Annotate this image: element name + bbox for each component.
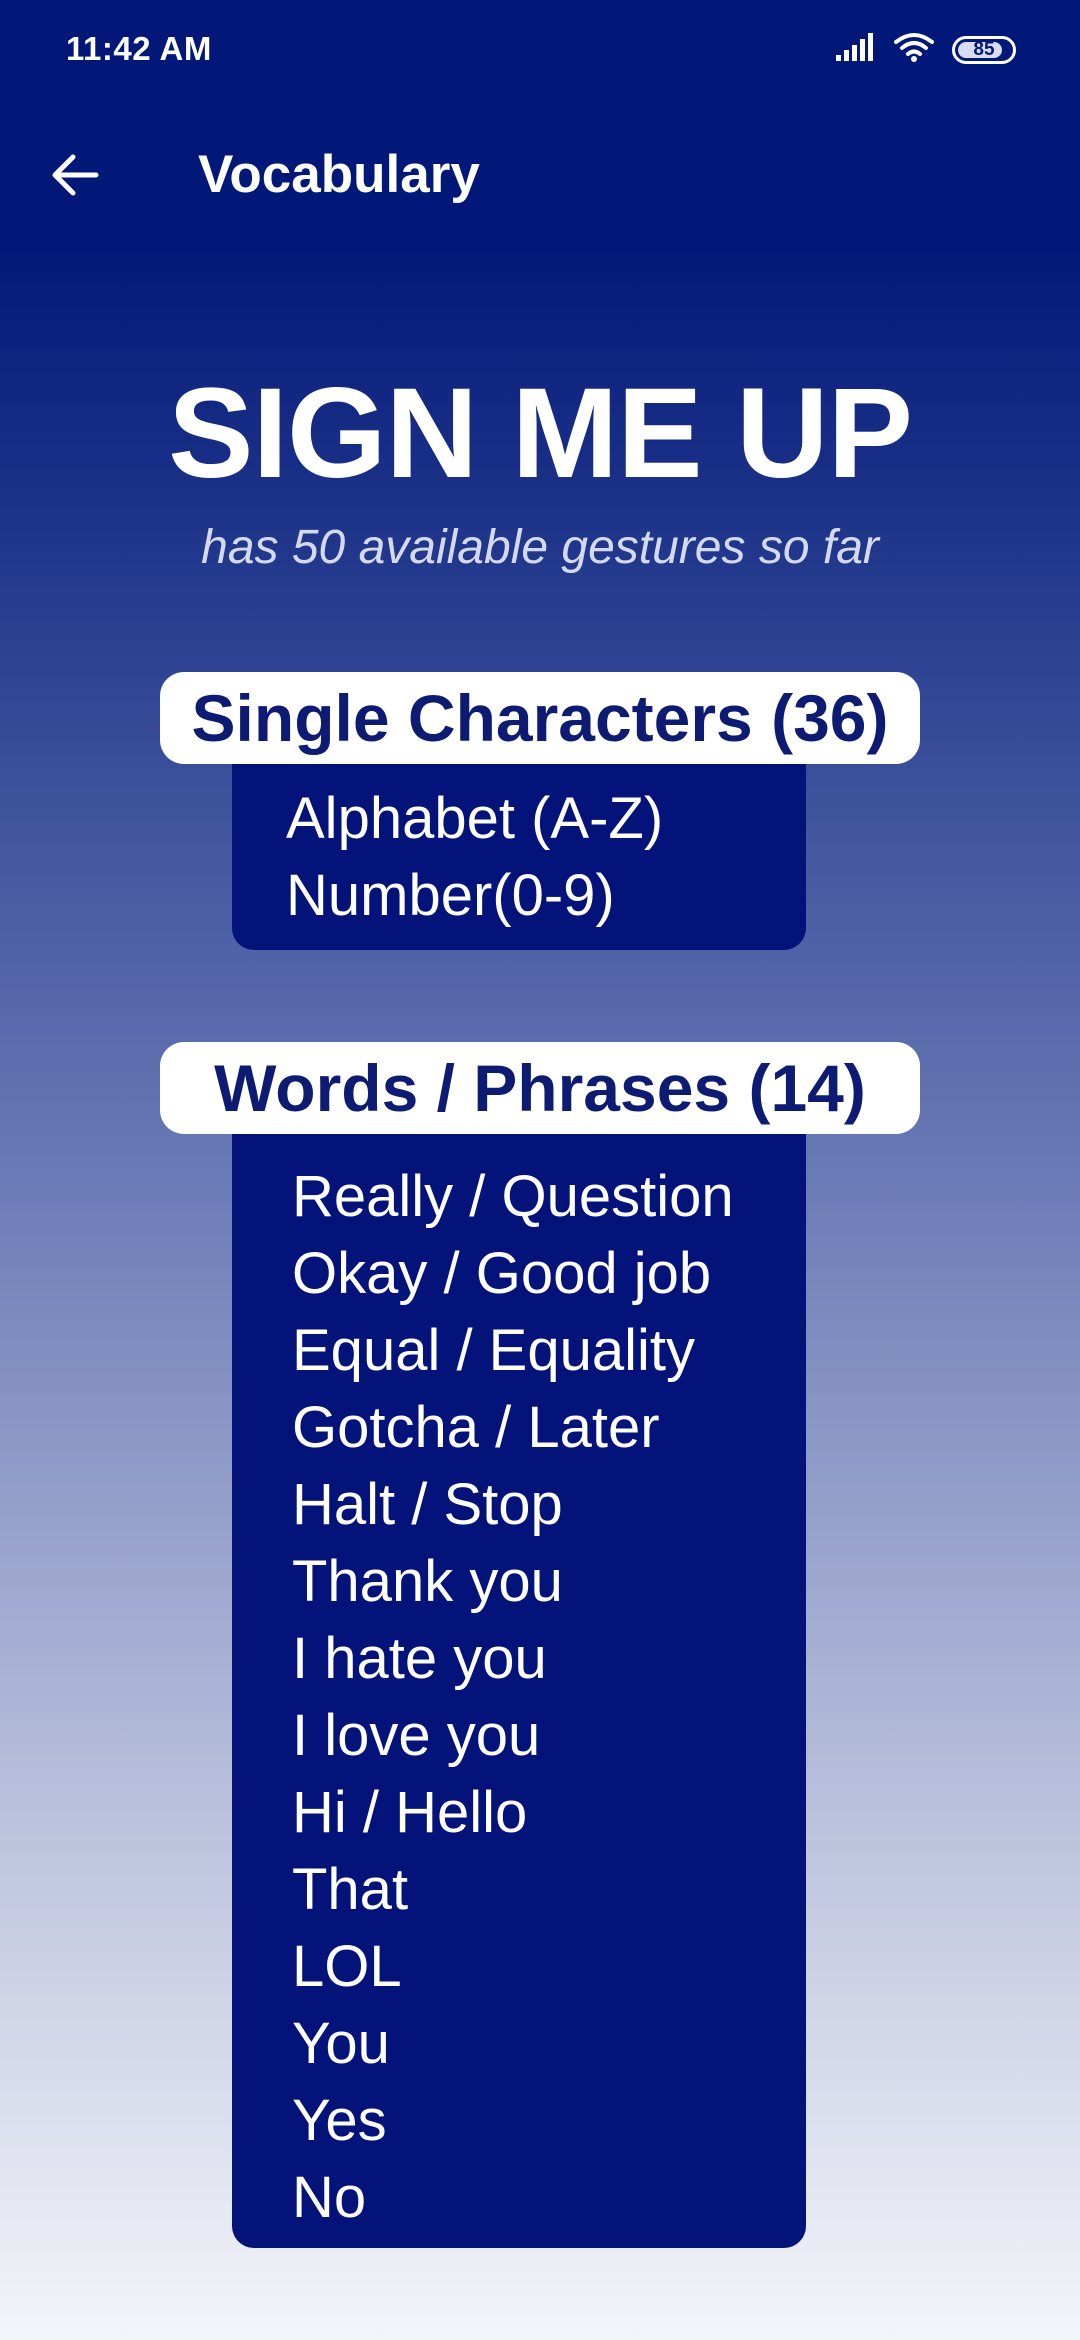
arrow-left-icon [50, 152, 100, 203]
status-bar: 11:42 AM 85 [0, 0, 1080, 100]
hero-title: SIGN ME UP [168, 362, 913, 505]
list-item: That [292, 1857, 409, 1922]
list-item: Equal / Equality [292, 1318, 696, 1383]
list-item: Yes [292, 2088, 387, 2153]
list-item: Number(0-9) [286, 863, 615, 928]
section-card-single-characters: Alphabet (A-Z) Number(0-9) [232, 758, 806, 950]
list-item: Hi / Hello [292, 1780, 528, 1845]
battery-level: 85 [973, 38, 995, 60]
page-title: Vocabulary [198, 145, 480, 204]
back-button[interactable] [40, 142, 110, 212]
battery-icon: 85 [952, 35, 1016, 64]
list-item: Gotcha / Later [292, 1395, 660, 1460]
status-time: 11:42 AM [66, 30, 212, 67]
status-icons: 85 [836, 32, 1016, 67]
list-item: I love you [292, 1703, 541, 1768]
hero-subtitle: has 50 available gestures so far [201, 521, 879, 574]
list-item: No [292, 2165, 367, 2230]
section-header-words-phrases: Words / Phrases (14) [160, 1042, 920, 1134]
list-item: Really / Question [292, 1164, 734, 1229]
list-item: Okay / Good job [292, 1241, 712, 1306]
app-bar: Vocabulary [0, 120, 1080, 230]
list-item: Thank you [292, 1549, 563, 1614]
section-header-single-characters: Single Characters (36) [160, 672, 920, 764]
list-item: Alphabet (A-Z) [286, 786, 664, 851]
signal-icon [836, 33, 876, 66]
list-item: You [292, 2011, 390, 2076]
section-card-words-phrases: Really / Question Okay / Good job Equal … [232, 1128, 806, 2248]
wifi-icon [894, 32, 934, 67]
list-item: Halt / Stop [292, 1472, 563, 1537]
list-item: LOL [292, 1934, 402, 1999]
list-item: I hate you [292, 1626, 547, 1691]
